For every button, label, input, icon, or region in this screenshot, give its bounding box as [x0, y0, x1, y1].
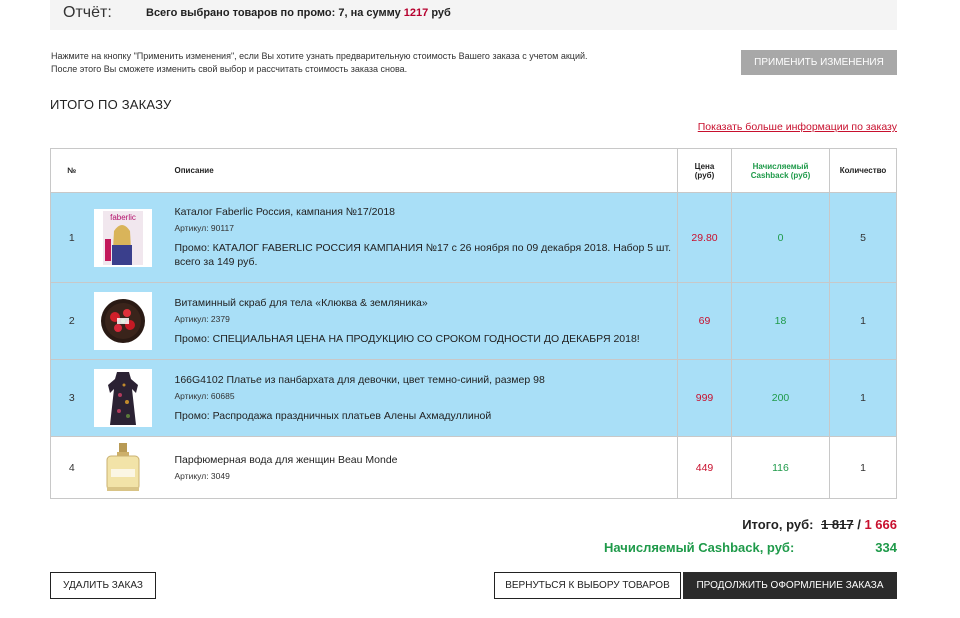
row-quantity: 1 [829, 359, 897, 437]
catalog-cover-logo-text: faberlic [110, 213, 136, 222]
report-summary-amount: 1217 [403, 7, 429, 19]
dress-icon [93, 369, 152, 427]
order-total-label: Итого, руб: [742, 517, 814, 532]
row-price: 29.80 [677, 192, 732, 283]
header-cashback-line-1: Начисляемый [752, 161, 809, 171]
product-title: 166G4102 Платье из панбархата для девочк… [174, 373, 545, 386]
row-image-cell [92, 436, 173, 499]
product-title: Парфюмерная вода для женщин Beau Monde [174, 454, 398, 466]
header-price: Цена (руб) [677, 148, 732, 193]
order-total: Итого, руб: 1 817 / 1 666 [742, 517, 897, 532]
catalog-cover-icon: faberlic [93, 208, 152, 267]
order-total-new: 1 666 [864, 517, 897, 532]
order-table: № Описание Цена (руб) Начисляемый Cashback… [50, 148, 897, 499]
header-num: № [50, 148, 93, 193]
row-num: 3 [50, 359, 93, 437]
row-num: 2 [50, 282, 93, 360]
row-description: Каталог Faberlic Россия, кампания №17/20… [172, 192, 678, 283]
order-total-old: 1 817 [821, 517, 854, 532]
row-price: 449 [677, 436, 732, 499]
row-description: Парфюмерная вода для женщин Beau Monde А… [172, 436, 678, 499]
row-cashback: 18 [731, 282, 830, 360]
header-quantity: Количество [829, 148, 897, 193]
back-to-products-button[interactable]: ВЕРНУТЬСЯ К ВЫБОРУ ТОВАРОВ [494, 572, 681, 599]
product-sku: Артикул: 90117 [174, 223, 234, 233]
row-cashback: 200 [731, 359, 830, 437]
scrub-jar-icon [93, 292, 152, 350]
row-image-cell [92, 359, 173, 437]
perfume-bottle-icon [93, 438, 152, 497]
product-promo: Промо: КАТАЛОГ FABERLIC РОССИЯ КАМПАНИЯ … [174, 242, 672, 268]
table-row: 4 Парфюмерная вода для женщин Beau Monde… [50, 436, 897, 499]
apply-hint-line-1: Нажмите на кнопку "Применить изменения",… [51, 51, 588, 61]
perfume-thumbnail[interactable] [93, 438, 152, 497]
dress-thumbnail[interactable] [93, 369, 152, 427]
product-promo: Промо: СПЕЦИАЛЬНАЯ ЦЕНА НА ПРОДУКЦИЮ СО … [174, 332, 640, 345]
section-title: ИТОГО ПО ЗАКАЗУ [50, 97, 172, 112]
continue-checkout-button[interactable]: ПРОДОЛЖИТЬ ОФОРМЛЕНИЕ ЗАКАЗА [683, 572, 897, 599]
product-sku: Артикул: 60685 [174, 390, 235, 401]
header-price-line-1: Цена [694, 161, 715, 171]
catalog-thumbnail[interactable]: faberlic [93, 208, 152, 267]
header-cashback-line-2: Cashback (руб) [750, 170, 811, 180]
apply-hint: Нажмите на кнопку "Применить изменения",… [51, 50, 588, 76]
more-info-link[interactable]: Показать больше информации по заказу [698, 121, 897, 133]
table-row: 3 166G4102 Платье из панбархата для дево [50, 359, 897, 437]
header-price-line-2: (руб) [694, 170, 715, 180]
table-header-row: № Описание Цена (руб) Начисляемый Cashback… [50, 148, 897, 193]
product-promo: Промо: Распродажа праздничных платьев Ал… [174, 409, 492, 422]
row-cashback: 0 [731, 192, 830, 283]
report-summary: Всего выбрано товаров по промо: 7, на су… [146, 7, 451, 19]
row-quantity: 1 [829, 282, 897, 360]
report-bar: Отчёт: Всего выбрано товаров по промо: 7… [50, 0, 897, 30]
row-cashback: 116 [731, 436, 830, 499]
delete-order-button[interactable]: УДАЛИТЬ ЗАКАЗ [50, 572, 156, 599]
cashback-total-value: 334 [875, 540, 897, 555]
table-row: 1 faberlic Каталог Faberlic Россия, камп… [50, 192, 897, 283]
apply-changes-button[interactable]: ПРИМЕНИТЬ ИЗМЕНЕНИЯ [741, 50, 897, 75]
report-summary-text: Всего выбрано товаров по промо: 7, на су… [146, 7, 404, 19]
order-total-separator: / [853, 517, 865, 532]
cashback-total-label: Начисляемый Cashback, руб: [604, 540, 795, 555]
product-title: Каталог Faberlic Россия, кампания №17/20… [174, 206, 396, 218]
row-description: Витаминный скраб для тела «Клюква & земл… [172, 282, 678, 360]
report-summary-currency: руб [428, 7, 451, 19]
row-num: 4 [50, 436, 93, 499]
header-cashback: Начисляемый Cashback (руб) [731, 148, 830, 193]
row-price: 69 [677, 282, 732, 360]
row-image-cell [92, 282, 173, 360]
product-sku: Артикул: 3049 [174, 471, 230, 481]
report-label: Отчёт: [63, 4, 112, 21]
table-row: 2 Витаминный скраб для тела «Клюква & зе… [50, 282, 897, 360]
header-image [92, 148, 173, 193]
row-quantity: 1 [829, 436, 897, 499]
row-image-cell: faberlic [92, 192, 173, 283]
row-num: 1 [50, 192, 93, 283]
product-sku: Артикул: 2379 [174, 313, 230, 324]
apply-hint-line-2: После этого Вы сможете изменить свой выб… [51, 64, 408, 74]
scrub-thumbnail[interactable] [93, 292, 152, 350]
row-price: 999 [677, 359, 732, 437]
row-description: 166G4102 Платье из панбархата для девочк… [172, 359, 678, 437]
row-quantity: 5 [829, 192, 897, 283]
product-title: Витаминный скраб для тела «Клюква & земл… [174, 296, 428, 309]
header-description: Описание [172, 148, 678, 193]
